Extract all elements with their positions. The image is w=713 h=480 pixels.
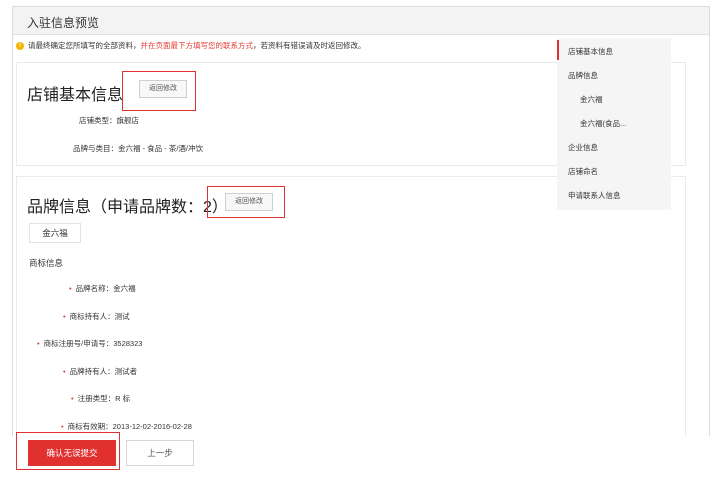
notice-bar: ! 请最终确定您所填写的全部资料，并在页面最下方填写您的联系方式，若资料有错误请及… <box>16 40 366 51</box>
brand-info-card: 品牌信息（申请品牌数：2） 返回修改 金六福 商标信息 • 品牌名称：金六福 • 商… <box>16 176 686 438</box>
field-label: 商标有效期： <box>67 422 113 431</box>
annotation-box-store-return <box>122 71 196 111</box>
page-title: 入驻信息预览 <box>27 16 100 30</box>
header-bar: 入驻信息预览 <box>13 7 709 35</box>
sidenav-item-company-info[interactable]: 企业信息 <box>568 142 598 153</box>
field-value: 金六福 <box>113 284 136 293</box>
sidenav-item-store-info[interactable]: 店铺基本信息 <box>568 46 613 57</box>
field-value: 3528323 <box>113 339 143 348</box>
field-label: 品牌持有人： <box>69 367 115 376</box>
annotation-box-brand-return <box>207 186 285 218</box>
brand-name-field: • 品牌名称：金六福 <box>69 284 136 293</box>
store-info-title: 店铺基本信息 <box>27 87 124 104</box>
sidenav-item-contact-info[interactable]: 申请联系人信息 <box>568 190 621 201</box>
trademark-validity-field: • 商标有效期：2013-12-02-2016-02-28 <box>61 422 192 431</box>
trademark-number-field: • 商标注册号/申请号：3528323 <box>37 339 143 348</box>
sidenav-item-brand-jinliufu-food[interactable]: 金六福(食品... <box>580 118 626 129</box>
brand-holder-field: • 品牌持有人：测试者 <box>63 367 138 376</box>
field-label: 店铺类型： <box>79 116 117 125</box>
tab-brand[interactable]: 金六福 <box>29 223 81 243</box>
notice-text: 请最终确定您所填写的全部资料， <box>28 41 141 50</box>
active-indicator <box>557 40 559 60</box>
field-value: R 标 <box>115 394 131 403</box>
sidenav-item-store-naming[interactable]: 店铺命名 <box>568 166 598 177</box>
sidenav-item-brand-info[interactable]: 品牌信息 <box>568 70 598 81</box>
warning-icon: ! <box>16 42 24 51</box>
field-value: 2013-12-02-2016-02-28 <box>112 422 192 431</box>
brand-category-field: 品牌与类目：金六福 - 食品 - 茶/酒/冲饮 <box>73 143 203 154</box>
field-label: 品牌与类目： <box>73 144 118 153</box>
store-type-field: 店铺类型：旗舰店 <box>79 115 139 126</box>
field-value: 金六福 - 食品 - 茶/酒/冲饮 <box>118 144 203 153</box>
field-value: 旗舰店 <box>116 116 140 125</box>
field-label: 品牌名称： <box>75 284 114 293</box>
field-label: 注册类型： <box>77 394 116 403</box>
previous-step-button[interactable]: 上一步 <box>126 440 194 466</box>
side-navigation: 店铺基本信息 品牌信息 金六福 金六福(食品... 企业信息 店铺命名 申请联系… <box>557 38 671 210</box>
notice-highlight: 并在页面最下方填写您的联系方式 <box>140 41 254 50</box>
field-label: 商标持有人： <box>69 312 115 321</box>
registration-type-field: • 注册类型：R 标 <box>71 394 131 403</box>
brand-info-title: 品牌信息（申请品牌数：2） <box>27 199 228 216</box>
trademark-subhead: 商标信息 <box>29 258 64 268</box>
field-value: 测试 <box>114 312 130 321</box>
field-value: 测试者 <box>114 367 138 376</box>
sidenav-item-brand-jinliufu[interactable]: 金六福 <box>580 94 603 105</box>
field-label: 商标注册号/申请号： <box>43 339 114 348</box>
annotation-box-submit <box>16 432 120 470</box>
notice-text-end: ，若资料有错误请及时返回修改。 <box>253 41 366 50</box>
trademark-holder-field: • 商标持有人：测试 <box>63 312 130 321</box>
